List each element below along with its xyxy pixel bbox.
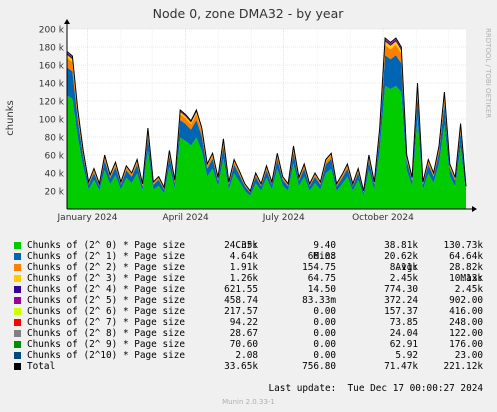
legend-cur: 70.60 <box>229 339 258 350</box>
legend-cur: 94.22 <box>229 317 258 328</box>
legend-series-name: Chunks of (2^ 1) * Page size <box>27 251 186 262</box>
legend-max: 28.82k <box>449 262 483 273</box>
legend-series-name: Chunks of (2^ 3) * Page size <box>27 273 186 284</box>
legend-swatch <box>14 341 21 348</box>
chart: Node 0, zone DMA32 - by year chunks RRDT… <box>0 0 497 230</box>
legend-series-name: Chunks of (2^ 2) * Page size <box>27 262 186 273</box>
chart-title: Node 0, zone DMA32 - by year <box>153 6 345 21</box>
legend-avg: 20.62k <box>384 251 418 262</box>
legend-series-name: Chunks of (2^ 7) * Page size <box>27 317 186 328</box>
legend-max: 902.00 <box>449 295 483 306</box>
legend-cur: 4.64k <box>229 251 258 262</box>
legend-max: 64.64k <box>449 251 483 262</box>
last-update: Last update: Tue Dec 17 00:00:27 2024 <box>268 383 483 394</box>
legend-max: 23.00 <box>454 350 483 361</box>
legend-cur: 458.74 <box>224 295 258 306</box>
y-tick-label: 60 k <box>44 152 64 162</box>
legend-avg: 157.37 <box>384 306 418 317</box>
legend-swatch <box>14 264 21 271</box>
y-tick-label: 120 k <box>39 98 65 108</box>
legend-avg: 62.91 <box>389 339 418 350</box>
legend-avg: 5.92 <box>395 350 418 361</box>
munin-footer: Munin 2.0.33-1 <box>222 398 275 406</box>
y-tick-label: 80 k <box>44 134 64 144</box>
legend-avg: 71.47k <box>384 361 418 372</box>
legend-series-name: Chunks of (2^ 8) * Page size <box>27 328 186 339</box>
legend-avg: 774.30 <box>384 284 418 295</box>
legend-swatch <box>14 253 21 260</box>
legend-swatch <box>14 330 21 337</box>
legend-cur: 28.67 <box>229 328 258 339</box>
legend-max: 416.00 <box>449 306 483 317</box>
legend-min: 66.08 <box>307 251 336 262</box>
legend-max: 10.13k <box>449 273 483 284</box>
legend-swatch <box>14 352 21 359</box>
legend-swatch <box>14 308 21 315</box>
legend-series-name: Chunks of (2^ 5) * Page size <box>27 295 186 306</box>
legend-cur: 2.08 <box>235 350 258 361</box>
legend-max: 248.00 <box>449 317 483 328</box>
legend-min: 0.00 <box>313 339 336 350</box>
legend-swatch <box>14 275 21 282</box>
legend-cur: 217.57 <box>224 306 258 317</box>
legend-swatch <box>14 286 21 293</box>
legend-cur: 1.26k <box>229 273 258 284</box>
y-tick-label: 160 k <box>39 62 65 72</box>
legend-min: 0.00 <box>313 328 336 339</box>
y-tick-label: 180 k <box>39 44 65 54</box>
x-tick-label: July 2024 <box>262 213 305 223</box>
legend-min: 83.33m <box>302 295 336 306</box>
legend-swatch <box>14 297 21 304</box>
y-tick-label: 140 k <box>39 80 65 90</box>
legend-cur: 621.55 <box>224 284 258 295</box>
legend-max: 2.45k <box>454 284 483 295</box>
legend-series-name: Chunks of (2^ 6) * Page size <box>27 306 186 317</box>
y-tick-label: 20 k <box>44 188 64 198</box>
legend-avg: 73.85 <box>389 317 418 328</box>
legend-cur: 33.65k <box>224 361 258 372</box>
legend-avg: 2.45k <box>389 273 418 284</box>
legend-min: 756.80 <box>302 361 336 372</box>
x-tick-label: April 2024 <box>162 213 209 223</box>
y-axis-label: chunks <box>5 100 16 136</box>
legend-min: 0.00 <box>313 317 336 328</box>
legend-header-row: Cur: Min: Avg: Max: <box>0 229 483 284</box>
legend-avg: 372.24 <box>384 295 418 306</box>
y-tick-label: 200 k <box>39 26 65 36</box>
legend-min: 154.75 <box>302 262 336 273</box>
legend-cur: 24.35k <box>224 240 258 251</box>
legend-min: 14.50 <box>307 284 336 295</box>
legend-series-name: Total <box>27 361 56 372</box>
legend-max: 130.73k <box>443 240 483 251</box>
legend-min: 0.00 <box>313 350 336 361</box>
y-tick-label: 40 k <box>44 170 64 180</box>
legend-max: 176.00 <box>449 339 483 350</box>
legend-series-name: Chunks of (2^ 9) * Page size <box>27 339 186 350</box>
legend-avg: 24.04 <box>389 328 418 339</box>
legend-avg: 8.11k <box>389 262 418 273</box>
rrdtool-watermark: RRDTOOL / TOBI OETIKER <box>484 28 492 118</box>
legend-min: 9.40 <box>313 240 336 251</box>
legend-cur: 1.91k <box>229 262 258 273</box>
x-tick-label: October 2024 <box>352 213 414 223</box>
x-tick-label: January 2024 <box>57 213 118 223</box>
y-tick-label: 100 k <box>39 116 65 126</box>
legend-series-name: Chunks of (2^ 0) * Page size <box>27 240 186 251</box>
legend-min: 64.75 <box>307 273 336 284</box>
legend-min: 0.00 <box>313 306 336 317</box>
legend-max: 122.00 <box>449 328 483 339</box>
legend-avg: 38.81k <box>384 240 418 251</box>
legend-series-name: Chunks of (2^10) * Page size <box>27 350 186 361</box>
legend-swatch <box>14 319 21 326</box>
legend-swatch <box>14 363 21 370</box>
legend-max: 221.12k <box>443 361 483 372</box>
legend-swatch <box>14 242 21 249</box>
legend-series-name: Chunks of (2^ 4) * Page size <box>27 284 186 295</box>
